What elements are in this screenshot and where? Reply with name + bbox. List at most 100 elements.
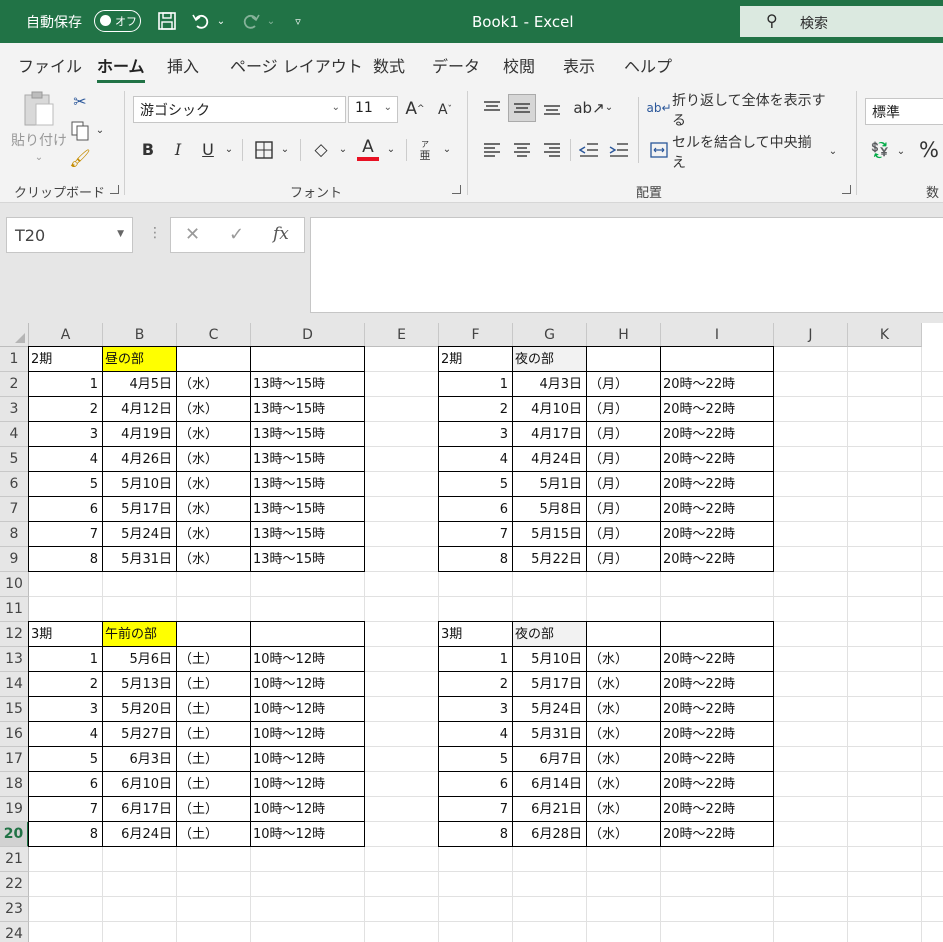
cell[interactable]: 4月10日 <box>513 397 586 422</box>
fill-color-dropdown-icon[interactable]: ⌄ <box>336 141 350 157</box>
period-cell[interactable]: 3期 <box>439 622 512 647</box>
cell[interactable]: （水） <box>587 722 660 747</box>
cell[interactable]: （土） <box>177 797 250 822</box>
fill-color-icon[interactable]: ◇ <box>308 137 334 163</box>
row-header-10[interactable]: 10 <box>0 572 29 597</box>
wrap-text-icon[interactable]: ab↵ <box>646 97 671 119</box>
cell[interactable]: （水） <box>177 522 250 547</box>
cell[interactable]: （土） <box>177 747 250 772</box>
merge-center-dropdown-icon[interactable]: ⌄ <box>826 143 840 159</box>
cell[interactable]: （月） <box>587 447 660 472</box>
cell[interactable]: 8 <box>29 547 102 572</box>
column-header-d[interactable]: D <box>251 323 365 347</box>
cell[interactable]: 3 <box>29 422 102 447</box>
cell[interactable]: （水） <box>587 697 660 722</box>
cell[interactable]: 5月27日 <box>103 722 176 747</box>
cell[interactable]: 6月24日 <box>103 822 176 847</box>
search-box[interactable]: ⚲ 検索 <box>740 6 943 37</box>
clipboard-launcher-icon[interactable] <box>110 185 119 194</box>
cell[interactable]: 13時～15時 <box>251 447 364 472</box>
merge-center-icon[interactable] <box>648 139 670 161</box>
cell[interactable]: 13時～15時 <box>251 372 364 397</box>
redo-icon[interactable] <box>240 8 262 34</box>
cell[interactable]: （水） <box>587 822 660 847</box>
row-header-1[interactable]: 1 <box>0 347 29 372</box>
column-header-k[interactable]: K <box>848 323 922 347</box>
tab-review[interactable]: 校閲 <box>503 53 535 77</box>
cell[interactable]: 10時～12時 <box>251 797 364 822</box>
period-cell[interactable]: 2期 <box>439 347 512 372</box>
cell[interactable]: 4月5日 <box>103 372 176 397</box>
cell[interactable]: 4月17日 <box>513 422 586 447</box>
cell[interactable]: （水） <box>587 772 660 797</box>
align-middle-icon[interactable] <box>508 94 536 122</box>
column-header-j[interactable]: J <box>774 323 848 347</box>
cell[interactable]: 10時～12時 <box>251 722 364 747</box>
formula-input[interactable] <box>310 217 943 313</box>
cell[interactable]: 10時～12時 <box>251 672 364 697</box>
tab-home[interactable]: ホーム <box>97 53 145 83</box>
cell[interactable]: （土） <box>177 647 250 672</box>
cell[interactable]: 8 <box>439 822 512 847</box>
paste-dropdown-icon[interactable]: ⌄ <box>32 151 46 163</box>
cell[interactable]: 20時～22時 <box>661 522 773 547</box>
row-header-22[interactable]: 22 <box>0 872 29 897</box>
merge-center-label[interactable]: セルを結合して中央揃え <box>672 135 822 171</box>
column-header-c[interactable]: C <box>177 323 251 347</box>
cell[interactable]: 1 <box>439 372 512 397</box>
font-size-combo[interactable]: 11 ⌄ <box>348 96 398 123</box>
worksheet-grid[interactable]: A B C D E F G H I J K 1 2 3 4 5 6 7 8 9 10 11 12 13 14 15 16 17 18 19… <box>0 323 943 942</box>
cell[interactable]: 5月10日 <box>103 472 176 497</box>
cell[interactable]: 5月13日 <box>103 672 176 697</box>
cell[interactable]: 20時～22時 <box>661 722 773 747</box>
row-header-23[interactable]: 23 <box>0 897 29 922</box>
select-all-button[interactable] <box>0 323 29 347</box>
cell[interactable]: 5 <box>29 472 102 497</box>
row-header-3[interactable]: 3 <box>0 397 29 422</box>
period-cell[interactable]: 3期 <box>29 622 102 647</box>
cell[interactable]: （月） <box>587 422 660 447</box>
customize-qat-icon[interactable]: ▿ <box>290 8 306 34</box>
column-header-b[interactable]: B <box>103 323 177 347</box>
cell[interactable]: 4月3日 <box>513 372 586 397</box>
cell[interactable]: 4 <box>29 447 102 472</box>
cell[interactable]: 5月24日 <box>513 697 586 722</box>
cell[interactable]: （月） <box>587 497 660 522</box>
save-icon[interactable] <box>155 8 179 34</box>
row-header-19[interactable]: 19 <box>0 797 29 822</box>
cell[interactable]: 6月3日 <box>103 747 176 772</box>
cell[interactable]: 5月24日 <box>103 522 176 547</box>
cell[interactable]: 6月10日 <box>103 772 176 797</box>
row-header-6[interactable]: 6 <box>0 472 29 497</box>
cell[interactable]: （水） <box>587 672 660 697</box>
undo-icon[interactable] <box>190 8 212 34</box>
cell[interactable]: 5月17日 <box>513 672 586 697</box>
redo-dropdown-icon[interactable]: ⌄ <box>264 8 278 34</box>
cell[interactable]: （水） <box>177 497 250 522</box>
cell[interactable]: （月） <box>587 547 660 572</box>
cell[interactable]: 5月31日 <box>513 722 586 747</box>
row-header-8[interactable]: 8 <box>0 522 29 547</box>
column-header-f[interactable]: F <box>439 323 513 347</box>
cell[interactable]: 5月20日 <box>103 697 176 722</box>
row-header-4[interactable]: 4 <box>0 422 29 447</box>
row-header-18[interactable]: 18 <box>0 772 29 797</box>
cell[interactable]: 20時～22時 <box>661 822 773 847</box>
cell[interactable]: 20時～22時 <box>661 472 773 497</box>
cell[interactable]: 10時～12時 <box>251 647 364 672</box>
cell[interactable]: 5月6日 <box>103 647 176 672</box>
cell[interactable]: 4月26日 <box>103 447 176 472</box>
cell[interactable]: 7 <box>439 522 512 547</box>
paste-label[interactable]: 貼り付け <box>10 131 68 149</box>
cell[interactable]: 13時～15時 <box>251 472 364 497</box>
cell[interactable]: （月） <box>587 472 660 497</box>
cut-icon[interactable]: ✂ <box>70 91 90 111</box>
cell[interactable]: 1 <box>29 372 102 397</box>
cell[interactable]: 7 <box>439 797 512 822</box>
cell[interactable]: 20時～22時 <box>661 397 773 422</box>
column-header-i[interactable]: I <box>661 323 774 347</box>
cell[interactable]: 7 <box>29 522 102 547</box>
cell[interactable]: 6 <box>29 772 102 797</box>
autosave-toggle[interactable]: オフ <box>94 10 141 32</box>
tab-formulas[interactable]: 数式 <box>373 53 405 77</box>
